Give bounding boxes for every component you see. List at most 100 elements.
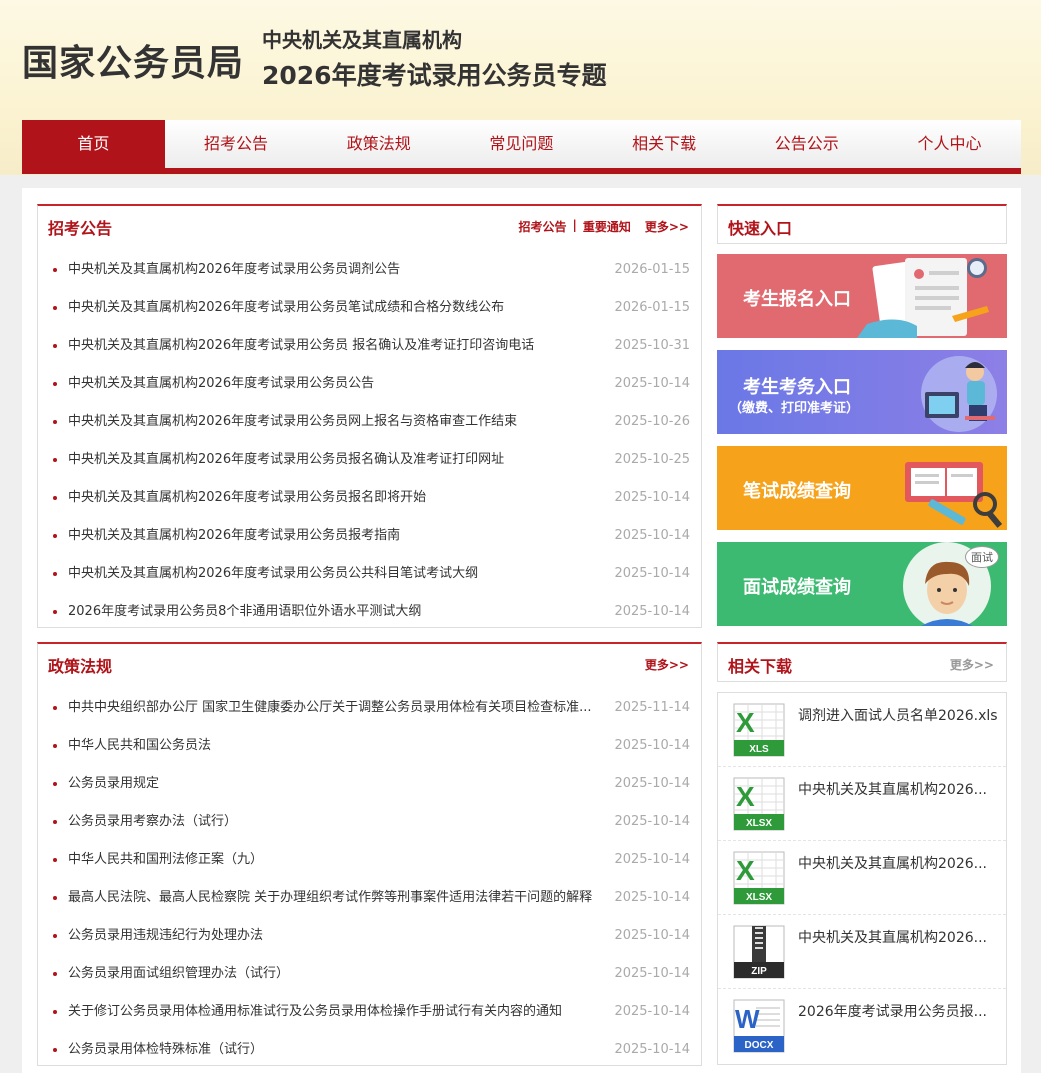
downloads-more-link[interactable]: 更多>> xyxy=(950,656,994,673)
policy-link[interactable]: 关于修订公务员录用体检通用标准试行及公务员录用体检操作手册试行有关内容的通知 xyxy=(68,993,562,1031)
notice-date: 2026-01-15 xyxy=(614,262,690,277)
download-name: 中央机关及其直属机构2026... xyxy=(798,930,987,946)
separator: | xyxy=(572,218,577,232)
svg-text:X: X xyxy=(736,707,755,738)
nav-announcements[interactable]: 公告公示 xyxy=(735,120,878,168)
computer-user-icon xyxy=(921,356,997,432)
excel-icon: X XLSX xyxy=(733,851,785,905)
policy-date: 2025-10-14 xyxy=(614,814,690,829)
notice-date: 2025-10-25 xyxy=(614,452,690,467)
interview-score-banner[interactable]: 面试成绩查询 面试 xyxy=(717,542,1007,626)
notices-more-link[interactable]: 更多>> xyxy=(645,218,689,235)
site-logo[interactable]: 国家公务员局 xyxy=(22,34,244,86)
list-item: 中央机关及其直属机构2026年度考试录用公务员报考指南 2025-10-14 xyxy=(38,517,701,555)
notice-date: 2026-01-15 xyxy=(614,300,690,315)
word-icon: W DOCX xyxy=(733,999,785,1053)
list-item: 中共中央组织部办公厅 国家卫生健康委办公厅关于调整公务员录用体检有关项目检查标准… xyxy=(38,689,701,727)
quick-entry-title: 快速入口 xyxy=(728,219,793,238)
downloads-title: 相关下载 xyxy=(728,657,793,676)
notice-date: 2025-10-26 xyxy=(614,414,690,429)
list-item: 中央机关及其直属机构2026年度考试录用公务员笔试成绩和合格分数线公布 2026-… xyxy=(38,289,701,327)
download-name: 中央机关及其直属机构2026... xyxy=(798,782,987,798)
register-entry-banner[interactable]: 考生报名入口 xyxy=(717,254,1007,338)
policy-link[interactable]: 公务员录用面试组织管理办法（试行） xyxy=(68,955,289,993)
policy-link[interactable]: 公务员录用违规违纪行为处理办法 xyxy=(68,917,263,955)
notice-date: 2025-10-14 xyxy=(614,566,690,581)
policy-link[interactable]: 公务员录用体检特殊标准（试行） xyxy=(68,1031,263,1069)
site-header: 国家公务员局 中央机关及其直属机构 2026年度考试录用公务员专题 首页 招考公… xyxy=(0,0,1041,175)
zip-icon: ZIP xyxy=(733,925,785,979)
notice-link[interactable]: 中央机关及其直属机构2026年度考试录用公务员报考指南 xyxy=(68,517,400,555)
list-item: 中央机关及其直属机构2026年度考试录用公务员报名即将开始 2025-10-14 xyxy=(38,479,701,517)
notice-date: 2025-10-14 xyxy=(614,490,690,505)
download-item[interactable]: X XLS 调剂进入面试人员名单2026.xls xyxy=(718,693,1006,767)
policy-date: 2025-10-14 xyxy=(614,776,690,791)
quick-entry-header: 快速入口 xyxy=(717,204,1007,244)
excel-icon: X XLS xyxy=(733,703,785,757)
notice-link[interactable]: 中央机关及其直属机构2026年度考试录用公务员公告 xyxy=(68,365,374,403)
excel-icon: X XLSX xyxy=(733,777,785,831)
header-title: 2026年度考试录用公务员专题 xyxy=(262,61,607,90)
downloads-header: 相关下载 更多>> xyxy=(717,642,1007,682)
policy-more-link[interactable]: 更多>> xyxy=(645,656,689,673)
file-type-label: ZIP xyxy=(751,966,767,977)
written-score-banner[interactable]: 笔试成绩查询 xyxy=(717,446,1007,530)
nav-home[interactable]: 首页 xyxy=(22,120,165,168)
notices-links: 招考公告 | 重要通知 更多>> xyxy=(518,218,689,235)
written-score-label: 笔试成绩查询 xyxy=(743,481,851,502)
nav-faq[interactable]: 常见问题 xyxy=(450,120,593,168)
policy-date: 2025-10-14 xyxy=(614,966,690,981)
policy-link[interactable]: 中共中央组织部办公厅 国家卫生健康委办公厅关于调整公务员录用体检有关项目检查标准… xyxy=(68,689,592,727)
register-entry-label: 考生报名入口 xyxy=(743,289,851,310)
policy-date: 2025-10-14 xyxy=(614,1004,690,1019)
download-name: 2026年度考试录用公务员报... xyxy=(798,1004,987,1020)
notice-date: 2025-10-31 xyxy=(614,338,690,353)
nav-personal-center[interactable]: 个人中心 xyxy=(878,120,1021,168)
policy-link[interactable]: 最高人民法院、最高人民检察院 关于办理组织考试作弊等刑事案件适用法律若干问题的解… xyxy=(68,879,592,917)
policy-link[interactable]: 公务员录用规定 xyxy=(68,765,159,803)
download-item[interactable]: X XLSX 中央机关及其直属机构2026... xyxy=(718,841,1006,915)
notice-link[interactable]: 中央机关及其直属机构2026年度考试录用公务员调剂公告 xyxy=(68,251,400,289)
notices-panel: 招考公告 招考公告 | 重要通知 更多>> 中央机关及其直属机构2026年度考试… xyxy=(37,204,702,628)
nav-notices[interactable]: 招考公告 xyxy=(165,120,308,168)
list-item: 最高人民法院、最高人民检察院 关于办理组织考试作弊等刑事案件适用法律若干问题的解… xyxy=(38,879,701,917)
exam-paper-icon xyxy=(905,462,1003,528)
list-item: 公务员录用规定 2025-10-14 xyxy=(38,765,701,803)
notice-link[interactable]: 中央机关及其直属机构2026年度考试录用公务员公共科目笔试考试大纲 xyxy=(68,555,478,593)
policy-date: 2025-10-14 xyxy=(614,738,690,753)
notice-link[interactable]: 中央机关及其直属机构2026年度考试录用公务员报名即将开始 xyxy=(68,479,426,517)
affairs-entry-banner[interactable]: 考生考务入口 （缴费、打印准考证） xyxy=(717,350,1007,434)
downloads-list: X XLS 调剂进入面试人员名单2026.xls X XLSX 中央机关及其直属… xyxy=(717,692,1007,1065)
notice-date: 2025-10-14 xyxy=(614,528,690,543)
main-nav: 首页 招考公告 政策法规 常见问题 相关下载 公告公示 个人中心 xyxy=(22,120,1021,174)
policy-link[interactable]: 公务员录用考察办法（试行） xyxy=(68,803,237,841)
policy-date: 2025-11-14 xyxy=(614,700,690,715)
notice-link[interactable]: 中央机关及其直属机构2026年度考试录用公务员 报名确认及准考证打印咨询电话 xyxy=(68,327,534,365)
list-item: 中央机关及其直属机构2026年度考试录用公务员公共科目笔试考试大纲 2025-10… xyxy=(38,555,701,593)
nav-policy[interactable]: 政策法规 xyxy=(307,120,450,168)
notices-link-recruit[interactable]: 招考公告 xyxy=(518,218,566,235)
file-type-label: XLSX xyxy=(746,892,772,903)
notices-title: 招考公告 xyxy=(48,219,113,238)
list-item: 中央机关及其直属机构2026年度考试录用公务员调剂公告 2026-01-15 xyxy=(38,251,701,289)
download-item[interactable]: ZIP 中央机关及其直属机构2026... xyxy=(718,915,1006,989)
list-item: 中央机关及其直属机构2026年度考试录用公务员公告 2025-10-14 xyxy=(38,365,701,403)
download-item[interactable]: W DOCX 2026年度考试录用公务员报... xyxy=(718,989,1006,1063)
notice-link[interactable]: 中央机关及其直属机构2026年度考试录用公务员网上报名与资格审查工作结束 xyxy=(68,403,517,441)
policy-panel: 政策法规 更多>> 中共中央组织部办公厅 国家卫生健康委办公厅关于调整公务员录用… xyxy=(37,642,702,1066)
download-item[interactable]: X XLSX 中央机关及其直属机构2026... xyxy=(718,767,1006,841)
notice-link[interactable]: 中央机关及其直属机构2026年度考试录用公务员笔试成绩和合格分数线公布 xyxy=(68,289,504,327)
notice-link[interactable]: 中央机关及其直属机构2026年度考试录用公务员报名确认及准考证打印网址 xyxy=(68,441,504,479)
nav-downloads[interactable]: 相关下载 xyxy=(593,120,736,168)
svg-text:W: W xyxy=(735,1004,760,1034)
header-subtitle: 中央机关及其直属机构 xyxy=(262,28,462,52)
interview-score-label: 面试成绩查询 xyxy=(743,577,851,598)
list-item: 公务员录用考察办法（试行） 2025-10-14 xyxy=(38,803,701,841)
svg-text:X: X xyxy=(736,781,755,812)
notices-link-important[interactable]: 重要通知 xyxy=(583,218,631,235)
policy-link[interactable]: 中华人民共和国公务员法 xyxy=(68,727,211,765)
notice-link[interactable]: 2026年度考试录用公务员8个非通用语职位外语水平测试大纲 xyxy=(68,593,421,631)
policy-link[interactable]: 中华人民共和国刑法修正案（九） xyxy=(68,841,263,879)
policy-date: 2025-10-14 xyxy=(614,852,690,867)
policy-date: 2025-10-14 xyxy=(614,890,690,905)
